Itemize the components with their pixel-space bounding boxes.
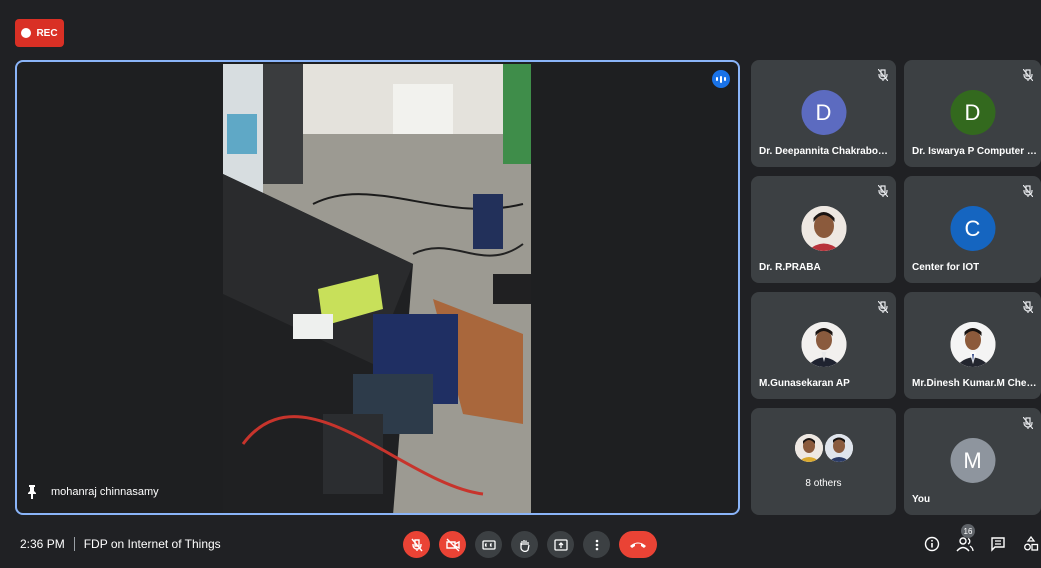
participant-name: You	[912, 494, 931, 505]
others-tile[interactable]: 8 others	[751, 408, 896, 515]
avatar: M	[950, 438, 995, 483]
avatar-photo	[950, 322, 995, 367]
mic-muted-icon	[1022, 300, 1034, 318]
main-speaker-name: mohanraj chinnasamy	[51, 486, 159, 498]
participant-name: M.Gunasekaran AP	[759, 378, 850, 389]
avatar: D	[950, 90, 995, 135]
meeting-time: 2:36 PM	[20, 537, 65, 551]
people-icon	[956, 537, 974, 552]
meeting-title: FDP on Internet of Things	[83, 537, 221, 551]
participant-name: Dr. Deepannita Chakraborty	[759, 146, 889, 157]
activities-icon	[1024, 536, 1039, 551]
people-button[interactable]: 16	[955, 524, 975, 554]
participant-tile[interactable]: D Dr. Iswarya P Computer Te...	[904, 60, 1041, 167]
participant-name: Dr. Iswarya P Computer Te...	[912, 146, 1041, 157]
end-call-icon	[630, 542, 646, 548]
mic-muted-icon	[1022, 416, 1034, 434]
recording-badge: REC	[15, 19, 64, 47]
captions-button[interactable]	[475, 531, 502, 558]
avatar: D	[801, 90, 846, 135]
meeting-info: 2:36 PM FDP on Internet of Things	[20, 537, 221, 551]
activities-button[interactable]	[1021, 534, 1041, 554]
present-button[interactable]	[547, 531, 574, 558]
camera-toggle-button[interactable]	[439, 531, 466, 558]
record-dot-icon	[21, 28, 32, 38]
present-icon	[553, 538, 568, 551]
participant-tile[interactable]: C Center for IOT	[904, 176, 1041, 283]
avatar-photo	[801, 322, 846, 367]
pin-icon[interactable]	[27, 485, 37, 499]
call-controls	[403, 531, 657, 558]
captions-icon	[481, 539, 496, 550]
avatar-photo	[794, 434, 823, 462]
speaking-indicator-icon	[712, 70, 730, 88]
info-icon	[924, 536, 940, 552]
video-frame-image	[223, 64, 531, 513]
participant-tile[interactable]: M.Gunasekaran AP	[751, 292, 896, 399]
mic-muted-icon	[877, 300, 889, 318]
participant-tile[interactable]: Dr. R.PRABA	[751, 176, 896, 283]
chat-icon	[991, 537, 1005, 552]
mic-toggle-button[interactable]	[403, 531, 430, 558]
chat-button[interactable]	[988, 534, 1008, 554]
participant-name: Dr. R.PRABA	[759, 262, 821, 273]
mic-muted-icon	[877, 68, 889, 86]
recording-label: REC	[36, 27, 58, 39]
end-call-button[interactable]	[619, 531, 657, 558]
bottom-bar: 2:36 PM FDP on Internet of Things 16	[0, 521, 1041, 568]
others-label: 8 others	[805, 478, 842, 489]
camera-off-icon	[445, 538, 460, 551]
avatar-photo	[824, 434, 853, 462]
raise-hand-icon	[519, 539, 530, 552]
speaker-video	[223, 64, 531, 513]
participant-tile[interactable]: Mr.Dinesh Kumar.M Chem...	[904, 292, 1041, 399]
participant-tile[interactable]: D Dr. Deepannita Chakraborty	[751, 60, 896, 167]
main-speaker-label: mohanraj chinnasamy	[27, 485, 159, 499]
side-panel-icons: 16	[922, 524, 1041, 554]
more-options-icon	[595, 539, 598, 550]
meet-window: REC mohanraj chinnasamy D Dr. Deepannita…	[0, 0, 1041, 568]
mic-off-icon	[410, 538, 423, 551]
mic-muted-icon	[1022, 68, 1034, 86]
mic-muted-icon	[877, 184, 889, 202]
avatar: C	[950, 206, 995, 251]
participant-name: Center for IOT	[912, 262, 980, 273]
others-avatars	[794, 434, 853, 462]
people-count-badge: 16	[961, 524, 975, 538]
mic-muted-icon	[1022, 184, 1034, 202]
raise-hand-button[interactable]	[511, 531, 538, 558]
main-speaker-tile[interactable]: mohanraj chinnasamy	[15, 60, 740, 515]
divider	[73, 537, 75, 551]
participant-name: Mr.Dinesh Kumar.M Chem...	[912, 378, 1041, 389]
meeting-details-button[interactable]	[922, 534, 942, 554]
more-options-button[interactable]	[583, 531, 610, 558]
self-tile[interactable]: M You	[904, 408, 1041, 515]
avatar-photo	[801, 206, 846, 251]
